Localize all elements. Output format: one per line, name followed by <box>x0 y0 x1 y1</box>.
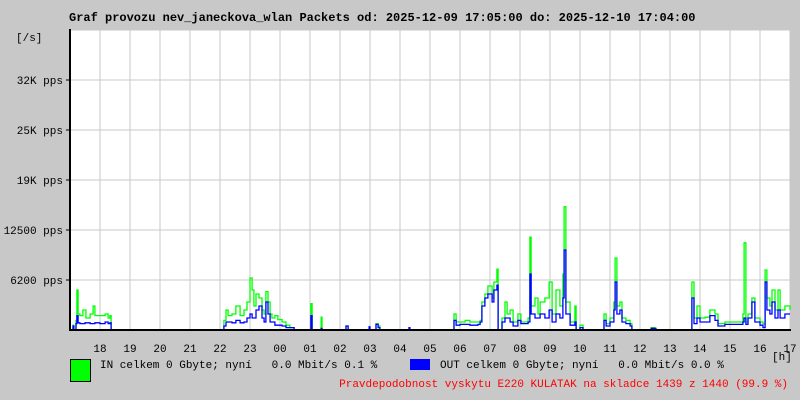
legend-in-text: IN celkem 0 Gbyte; nyní 0.0 Mbit/s 0.1 % <box>100 360 378 372</box>
legend-in-swatch <box>70 359 91 382</box>
x-tick-label: 11 <box>603 344 617 356</box>
x-tick-label: 16 <box>753 344 766 356</box>
legend-out-swatch <box>410 359 430 370</box>
x-tick-label: 13 <box>663 344 676 356</box>
x-tick-label: 07 <box>483 344 496 356</box>
x-tick-label: 10 <box>573 344 586 356</box>
x-tick-label: 08 <box>513 344 526 356</box>
x-tick-label: 09 <box>543 344 556 356</box>
y-tick-label: 12500 pps <box>4 226 63 238</box>
x-tick-label: 01 <box>303 344 317 356</box>
x-tick-label: 03 <box>363 344 376 356</box>
legend-out-text: OUT celkem 0 Gbyte; nyní 0.0 Mbit/s 0.0 … <box>440 360 724 372</box>
traffic-chart: 18 19 20 21 22 23 00 01 02 03 04 05 06 07 08 09 10 11 12 13… <box>4 29 797 364</box>
x-tick-label: 15 <box>723 344 736 356</box>
x-tick-label: 23 <box>243 344 256 356</box>
y-unit-label: [/s] <box>16 33 42 45</box>
y-tick-label: 25K pps <box>17 126 63 138</box>
x-tick-label: 06 <box>453 344 466 356</box>
x-tick-label: 19 <box>123 344 136 356</box>
x-tick-label: 20 <box>153 344 166 356</box>
y-tick-label: 6200 pps <box>10 276 63 288</box>
x-tick-label: 02 <box>333 344 346 356</box>
x-tick-label: 14 <box>693 344 707 356</box>
footer-note: Pravdepodobnost vyskytu E220 KULATAK na … <box>339 379 788 391</box>
y-tick-label: 19K pps <box>17 176 63 188</box>
x-tick-label: 12 <box>633 344 646 356</box>
y-tick-label: 32K pps <box>17 76 63 88</box>
x-tick-label: 22 <box>213 344 226 356</box>
x-tick-label: 05 <box>423 344 436 356</box>
x-tick-label: 18 <box>93 344 106 356</box>
x-unit-label: [h] <box>772 352 792 364</box>
x-tick-label: 04 <box>393 344 407 356</box>
x-tick-label: 21 <box>183 344 197 356</box>
x-tick-label: 00 <box>273 344 286 356</box>
